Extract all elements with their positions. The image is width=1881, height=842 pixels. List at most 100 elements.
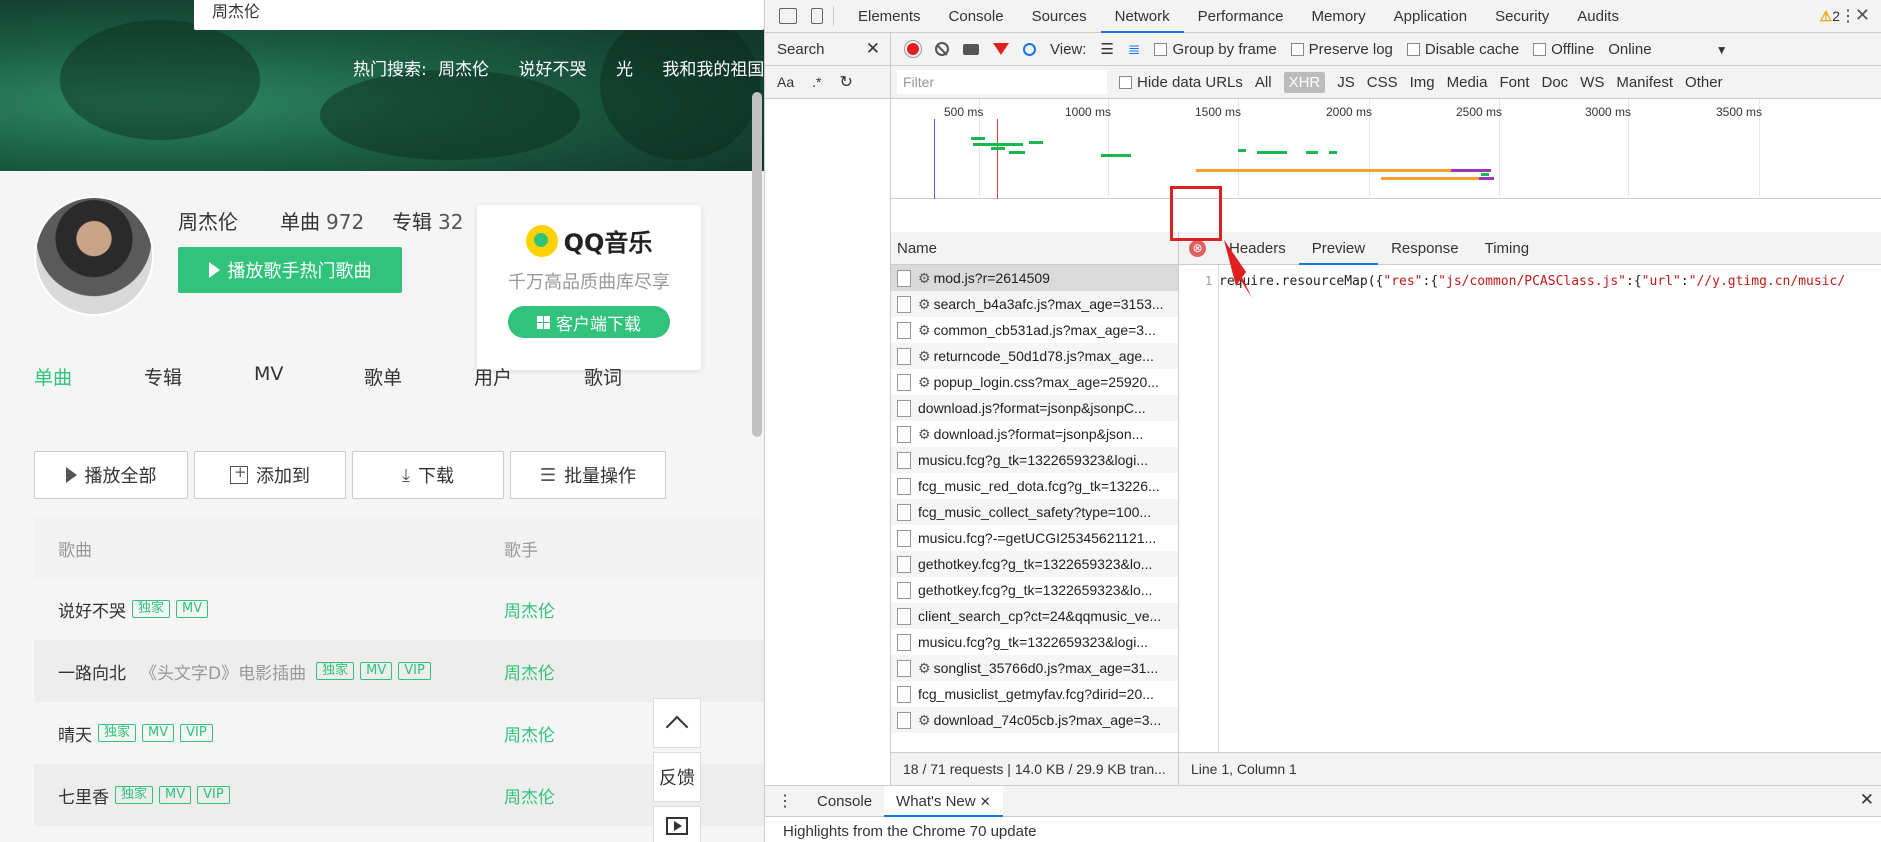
- filter-type-doc[interactable]: Doc: [1541, 74, 1568, 91]
- request-row[interactable]: ⚙ returncode_50d1d78.js?max_age...: [891, 343, 1178, 369]
- close-devtools-icon[interactable]: ✕: [1855, 5, 1870, 26]
- device-toolbar-icon[interactable]: [811, 8, 823, 24]
- video-button[interactable]: [653, 806, 701, 842]
- song-singer[interactable]: 周杰伦: [504, 597, 704, 622]
- request-row[interactable]: fcg_music_collect_safety?type=100...: [891, 499, 1178, 525]
- request-row[interactable]: gethotkey.fcg?g_tk=1322659323&lo...: [891, 551, 1178, 577]
- batch-button[interactable]: ☰ 批量操作: [510, 451, 666, 499]
- request-row[interactable]: musicu.fcg?-=getUCGI25345621121...: [891, 525, 1178, 551]
- song-singer[interactable]: 周杰伦: [504, 659, 704, 684]
- hide-data-urls-checkbox[interactable]: Hide data URLs: [1119, 74, 1243, 91]
- table-row[interactable]: 说好不哭 独家 MV 周杰伦: [34, 578, 764, 640]
- request-row[interactable]: ⚙ popup_login.css?max_age=25920...: [891, 369, 1178, 395]
- request-row[interactable]: ⚙ songlist_35766d0.js?max_age=31...: [891, 655, 1178, 681]
- drawer-tab-whats-new[interactable]: What's New ✕: [884, 785, 1003, 817]
- offline-checkbox[interactable]: Offline: [1533, 41, 1594, 58]
- search-icon[interactable]: [1023, 42, 1036, 56]
- song-title[interactable]: 一路向北: [58, 659, 126, 684]
- play-all-button[interactable]: 播放全部: [34, 451, 188, 499]
- tab-mv[interactable]: MV: [254, 363, 364, 390]
- tab-memory[interactable]: Memory: [1298, 0, 1380, 33]
- search-input[interactable]: 周杰伦: [194, 0, 764, 30]
- filter-type-media[interactable]: Media: [1447, 74, 1488, 91]
- hot-search-item[interactable]: 我和我的祖国: [662, 60, 764, 80]
- hot-search-item[interactable]: 周杰伦: [438, 60, 489, 80]
- song-title[interactable]: 说好不哭: [58, 597, 126, 622]
- tab-lyrics[interactable]: 歌词: [584, 363, 694, 390]
- tab-audits[interactable]: Audits: [1563, 0, 1633, 33]
- disable-cache-checkbox[interactable]: Disable cache: [1406, 41, 1519, 58]
- hot-search-item[interactable]: 光: [616, 60, 633, 80]
- mv-tag[interactable]: MV: [176, 600, 209, 618]
- filter-type-manifest[interactable]: Manifest: [1616, 74, 1673, 91]
- timeline-overview[interactable]: 500 ms 1000 ms 1500 ms 2000 ms 2500 ms 3…: [891, 99, 1881, 199]
- mv-tag[interactable]: MV: [142, 724, 175, 742]
- song-title[interactable]: 七里香: [58, 783, 109, 808]
- filter-type-js[interactable]: JS: [1337, 74, 1355, 91]
- tab-network[interactable]: Network: [1100, 0, 1184, 33]
- hot-search-item[interactable]: 说好不哭: [519, 60, 587, 80]
- tab-sources[interactable]: Sources: [1018, 0, 1101, 33]
- drawer-menu-icon[interactable]: ⋮: [765, 791, 805, 811]
- tab-albums[interactable]: 专辑: [144, 363, 254, 390]
- filter-type-css[interactable]: CSS: [1367, 74, 1398, 91]
- request-row[interactable]: musicu.fcg?g_tk=1322659323&logi...: [891, 447, 1178, 473]
- tab-response[interactable]: Response: [1378, 232, 1472, 265]
- page-scrollbar[interactable]: [752, 92, 762, 437]
- mv-tag[interactable]: MV: [360, 662, 393, 680]
- drawer-tab-console[interactable]: Console: [805, 786, 884, 817]
- request-row[interactable]: ⚙ mod.js?r=2614509: [891, 265, 1178, 291]
- waterfall-icon[interactable]: ≣: [1128, 40, 1141, 58]
- tab-console[interactable]: Console: [935, 0, 1018, 33]
- back-to-top-button[interactable]: [653, 698, 701, 748]
- request-row[interactable]: download.js?format=jsonp&jsonpC...: [891, 395, 1178, 421]
- more-menu-icon[interactable]: ⋮: [1840, 6, 1856, 26]
- record-icon[interactable]: [904, 40, 922, 58]
- client-download-button[interactable]: 客户端下载: [508, 306, 670, 338]
- large-rows-icon[interactable]: ☰: [1100, 40, 1113, 58]
- inspect-element-icon[interactable]: [779, 8, 797, 24]
- add-to-button[interactable]: 添加到: [194, 451, 346, 499]
- warning-badge[interactable]: ⚠2: [1820, 8, 1840, 25]
- request-row[interactable]: ⚙ search_b4a3afc.js?max_age=3153...: [891, 291, 1178, 317]
- filter-type-img[interactable]: Img: [1410, 74, 1435, 91]
- request-row[interactable]: gethotkey.fcg?g_tk=1322659323&lo...: [891, 577, 1178, 603]
- tab-singles[interactable]: 单曲: [34, 363, 144, 390]
- capture-screenshots-icon[interactable]: [963, 43, 979, 55]
- request-row[interactable]: client_search_cp?ct=24&qqmusic_ve...: [891, 603, 1178, 629]
- table-row[interactable]: 一路向北 《头文字D》电影插曲 独家 MV VIP 周杰伦: [34, 640, 764, 702]
- regex-toggle[interactable]: .*: [812, 74, 821, 90]
- play-hot-songs-button[interactable]: 播放歌手热门歌曲: [178, 247, 402, 293]
- tab-timing[interactable]: Timing: [1472, 232, 1542, 265]
- filter-icon[interactable]: [993, 43, 1009, 55]
- tab-security[interactable]: Security: [1481, 0, 1563, 33]
- filter-type-all[interactable]: All: [1255, 74, 1272, 91]
- tab-application[interactable]: Application: [1380, 0, 1481, 33]
- close-search-icon[interactable]: ✕: [866, 39, 880, 59]
- request-row[interactable]: musicu.fcg?g_tk=1322659323&logi...: [891, 629, 1178, 655]
- tab-playlists[interactable]: 歌单: [364, 363, 474, 390]
- request-row[interactable]: ⚙ download_74c05cb.js?max_age=3...: [891, 707, 1178, 733]
- tab-preview[interactable]: Preview: [1298, 232, 1379, 265]
- mv-tag[interactable]: MV: [159, 786, 192, 804]
- close-details-icon[interactable]: ⊗: [1189, 239, 1206, 257]
- refresh-icon[interactable]: ↻: [839, 72, 852, 92]
- throttling-select[interactable]: Online ▼: [1608, 41, 1727, 58]
- filter-type-xhr[interactable]: XHR: [1283, 71, 1326, 93]
- group-by-frame-checkbox[interactable]: Group by frame: [1154, 41, 1277, 58]
- request-row[interactable]: fcg_musiclist_getmyfav.fcg?dirid=20...: [891, 681, 1178, 707]
- clear-icon[interactable]: [935, 42, 949, 56]
- preserve-log-checkbox[interactable]: Preserve log: [1290, 41, 1393, 58]
- tab-elements[interactable]: Elements: [844, 0, 935, 33]
- name-column-header[interactable]: Name: [891, 232, 1178, 265]
- song-title[interactable]: 晴天: [58, 721, 92, 746]
- download-button[interactable]: ⤓ 下载: [352, 451, 504, 499]
- close-drawer-icon[interactable]: ✕: [1860, 790, 1874, 810]
- request-row[interactable]: ⚙ download.js?format=jsonp&json...: [891, 421, 1178, 447]
- filter-type-other[interactable]: Other: [1685, 74, 1723, 91]
- request-row[interactable]: ⚙ common_cb531ad.js?max_age=3...: [891, 317, 1178, 343]
- request-row[interactable]: fcg_music_red_dota.fcg?g_tk=13226...: [891, 473, 1178, 499]
- tab-users[interactable]: 用户: [474, 363, 584, 390]
- filter-input[interactable]: Filter: [897, 70, 1107, 94]
- filter-type-ws[interactable]: WS: [1580, 74, 1604, 91]
